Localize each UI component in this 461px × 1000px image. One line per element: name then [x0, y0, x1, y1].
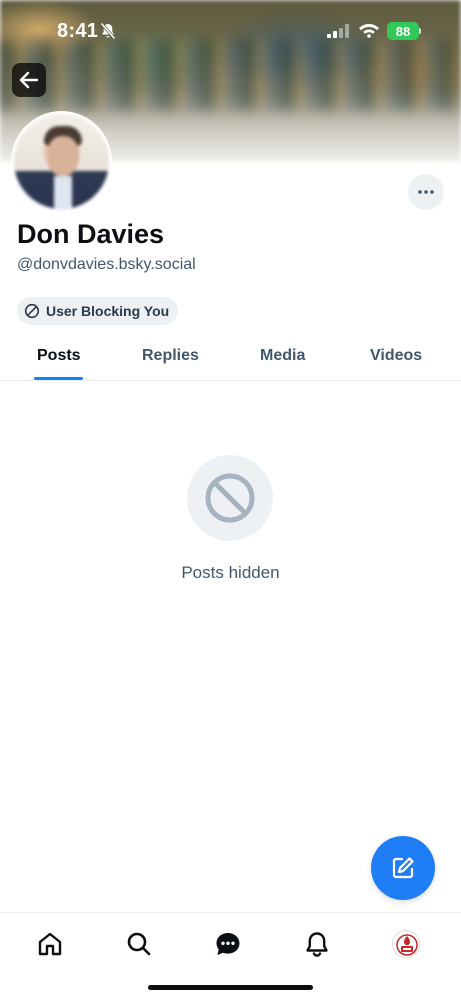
- profile-avatar[interactable]: [11, 111, 112, 212]
- nav-search[interactable]: [124, 929, 154, 959]
- tab-replies[interactable]: Replies: [142, 347, 199, 365]
- cellular-signal-icon: [327, 24, 349, 38]
- tab-posts[interactable]: Posts: [37, 347, 81, 365]
- status-time: 8:41: [57, 20, 99, 42]
- nav-profile[interactable]: [391, 929, 421, 959]
- profile-handle: @donvdavies.bsky.social: [17, 256, 196, 273]
- blocking-badge-label: User Blocking You: [46, 303, 170, 319]
- blocked-icon: [24, 303, 40, 319]
- profile-avatar-small: [392, 930, 420, 958]
- chat-icon: [216, 933, 240, 955]
- status-bar: 8:41 88: [0, 0, 461, 60]
- nav-notifications[interactable]: [302, 929, 332, 959]
- display-name: Don Davies: [17, 219, 165, 249]
- user-blocking-badge: User Blocking You: [17, 297, 179, 325]
- home-indicator: [148, 985, 313, 990]
- empty-state-message: Posts hidden: [181, 563, 280, 582]
- ellipsis-icon: [418, 190, 434, 194]
- compose-icon: [392, 857, 414, 879]
- battery-tip: [419, 28, 421, 34]
- battery-charging-icon: 88: [387, 22, 419, 40]
- notifications-icon: [306, 932, 328, 957]
- avatar-shirt: [54, 176, 72, 209]
- avatar-face: [47, 136, 79, 176]
- arrow-left-icon: [19, 71, 39, 89]
- avatar-photo: [14, 114, 109, 209]
- bell-slash-icon: [100, 22, 116, 40]
- home-icon: [38, 932, 62, 956]
- back-button[interactable]: [12, 63, 46, 97]
- battery-level: 88: [395, 23, 411, 39]
- active-tab-indicator: [34, 377, 83, 380]
- search-icon: [127, 932, 151, 956]
- nav-chat[interactable]: [213, 929, 243, 959]
- prohibited-icon: [187, 455, 273, 541]
- profile-tabs: Posts Replies Media Videos: [0, 337, 461, 381]
- compose-button[interactable]: [371, 836, 435, 900]
- tab-media[interactable]: Media: [260, 347, 305, 365]
- crest-logo-icon: [396, 934, 418, 956]
- tab-videos[interactable]: Videos: [370, 347, 422, 365]
- nav-home[interactable]: [35, 929, 65, 959]
- more-options-button[interactable]: [408, 174, 444, 210]
- wifi-icon: [359, 24, 379, 38]
